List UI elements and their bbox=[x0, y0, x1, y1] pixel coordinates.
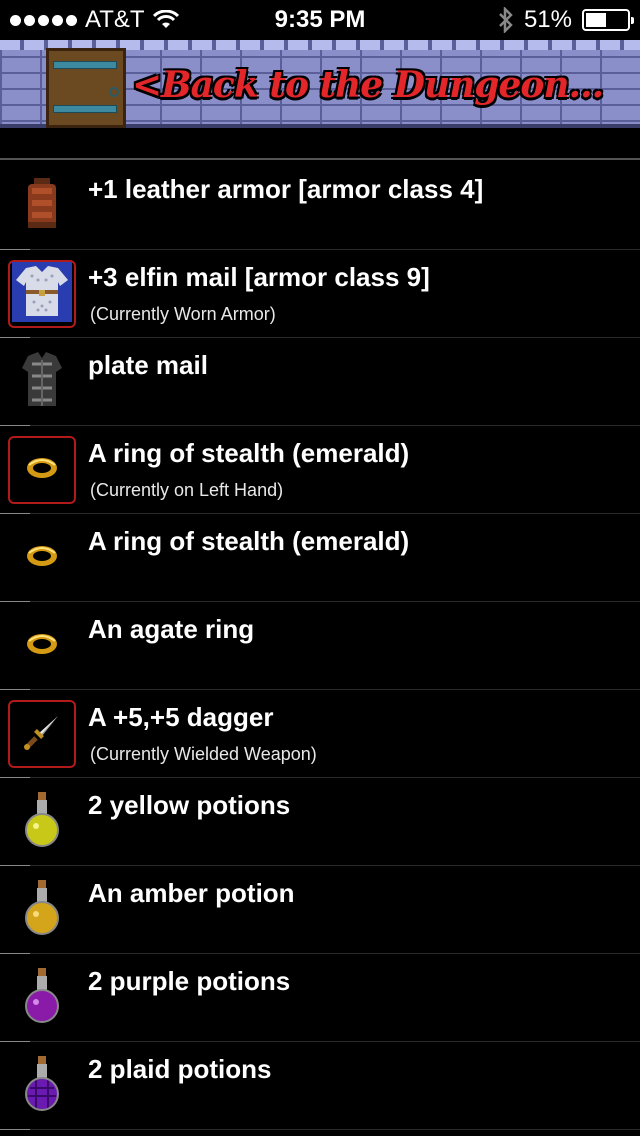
battery-fill bbox=[586, 13, 607, 27]
inventory-item[interactable]: +1 leather armor [armor class 4] bbox=[0, 162, 640, 250]
inventory-item[interactable]: plate mail bbox=[0, 338, 640, 426]
item-icon-frame bbox=[8, 612, 76, 680]
inventory-item[interactable]: 2 purple potions bbox=[0, 954, 640, 1042]
item-icon-frame bbox=[8, 788, 76, 856]
door-icon bbox=[46, 48, 126, 128]
inventory-item[interactable]: An agate ring bbox=[0, 602, 640, 690]
item-icon-frame bbox=[8, 436, 76, 504]
battery-percent: 51% bbox=[523, 6, 572, 33]
item-name: A ring of stealth (emerald) bbox=[88, 438, 410, 468]
inventory-item[interactable]: A ring of stealth (emerald) bbox=[0, 514, 640, 602]
item-name: A +5,+5 dagger bbox=[88, 702, 274, 732]
status-bar: AT&T 9:35 PM 51% bbox=[0, 0, 640, 40]
battery-icon bbox=[582, 9, 634, 31]
item-name: An agate ring bbox=[88, 614, 255, 644]
back-to-dungeon-label: <Back to the Dungeon... bbox=[132, 64, 604, 106]
ring-icon bbox=[25, 543, 59, 574]
item-icon-frame bbox=[8, 260, 76, 328]
purple-potion-icon bbox=[22, 966, 62, 1031]
item-name: plate mail bbox=[88, 350, 208, 380]
item-name: 2 purple potions bbox=[88, 966, 291, 996]
item-name: +1 leather armor [armor class 4] bbox=[88, 174, 484, 204]
back-to-dungeon-button[interactable]: <Back to the Dungeon... bbox=[0, 40, 640, 128]
dagger-icon bbox=[22, 712, 62, 757]
inventory-item[interactable]: An amber potion bbox=[0, 866, 640, 954]
item-status: (Currently Wielded Weapon) bbox=[90, 744, 317, 764]
item-icon-frame bbox=[8, 348, 76, 416]
bluetooth-icon bbox=[499, 7, 513, 33]
item-name: An amber potion bbox=[88, 878, 295, 908]
item-status: (Currently on Left Hand) bbox=[90, 480, 284, 500]
header-spacer bbox=[0, 128, 640, 160]
item-name: 2 yellow potions bbox=[88, 790, 291, 820]
item-icon-frame bbox=[8, 524, 76, 592]
item-status: (Currently Worn Armor) bbox=[90, 304, 276, 324]
item-name: +3 elfin mail [armor class 9] bbox=[88, 262, 430, 292]
item-icon-frame bbox=[8, 964, 76, 1032]
amber-potion-icon bbox=[22, 878, 62, 943]
inventory-item[interactable]: 2 plaid potions bbox=[0, 1042, 640, 1130]
inventory-item[interactable]: A +5,+5 dagger (Currently Wielded Weapon) bbox=[0, 690, 640, 778]
ring-icon bbox=[25, 631, 59, 662]
leather-armor-icon bbox=[22, 176, 62, 237]
inventory-item[interactable]: A ring of stealth (emerald) (Currently on… bbox=[0, 426, 640, 514]
item-name: A ring of stealth (emerald) bbox=[88, 526, 410, 556]
plate-mail-icon bbox=[20, 350, 64, 415]
item-icon-frame bbox=[8, 876, 76, 944]
item-icon-frame bbox=[8, 700, 76, 768]
inventory-item[interactable]: +3 elfin mail [armor class 9] (Currently … bbox=[0, 250, 640, 338]
ring-icon bbox=[25, 455, 59, 486]
plaid-potion-icon bbox=[22, 1054, 62, 1119]
yellow-potion-icon bbox=[22, 790, 62, 855]
item-icon-frame bbox=[8, 172, 76, 240]
status-bar-right: 51% bbox=[498, 6, 634, 34]
elfin-mail-icon bbox=[12, 261, 72, 327]
item-name: 2 plaid potions bbox=[88, 1054, 272, 1084]
inventory-list: +1 leather armor [armor class 4] +3 elfin… bbox=[0, 162, 640, 1130]
inventory-item[interactable]: 2 yellow potions bbox=[0, 778, 640, 866]
item-icon-frame bbox=[8, 1052, 76, 1120]
